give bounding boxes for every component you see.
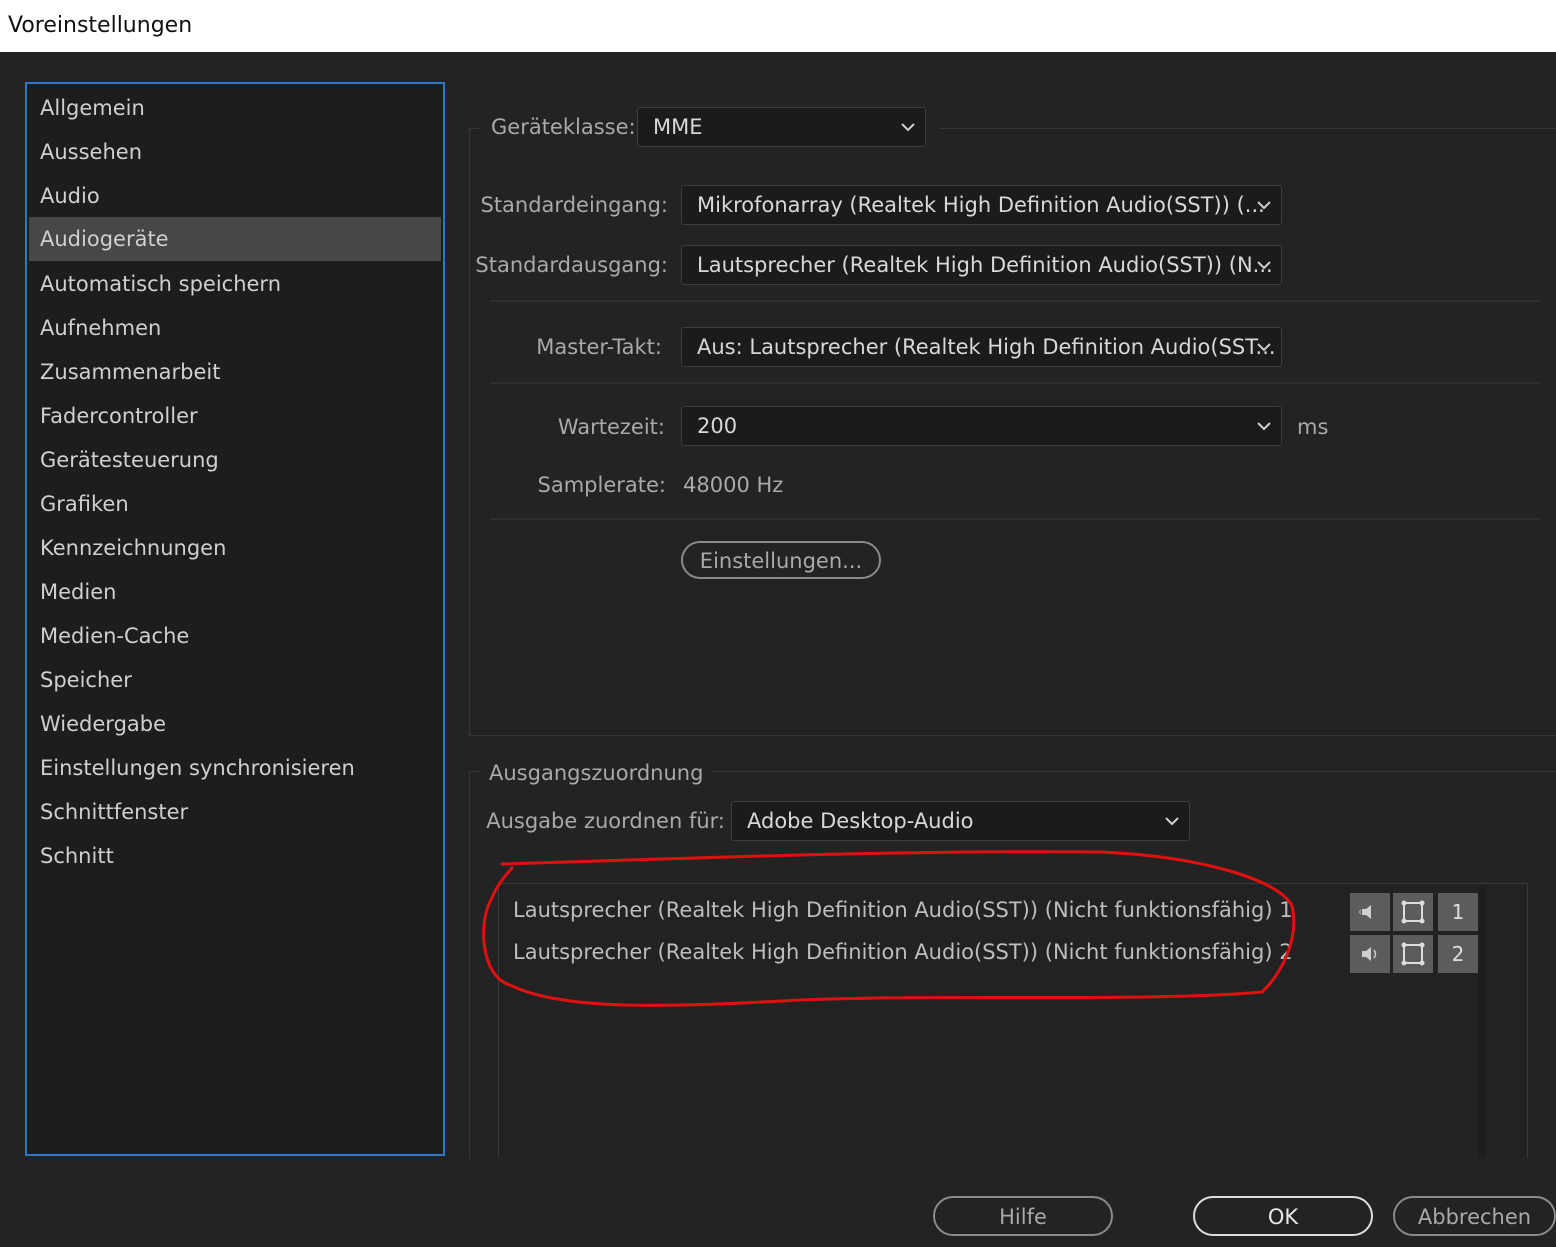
speaker-mute-toggle-2[interactable] [1350,935,1390,973]
sidebar-item-geraetesteuerung[interactable]: Gerätesteuerung [29,438,441,482]
map-output-for-value: Adobe Desktop-Audio [747,809,974,833]
default-input-value: Mikrofonarray (Realtek High Definition A… [697,193,1265,217]
map-output-for-dropdown[interactable]: Adobe Desktop-Audio [731,801,1190,841]
sidebar-item-wiedergabe[interactable]: Wiedergabe [29,702,441,746]
sidebar-item-einstellungen-synchronisieren[interactable]: Einstellungen synchronisieren [29,746,441,790]
speaker-icon [1362,947,1377,961]
sidebar-item-medien-cache[interactable]: Medien-Cache [29,614,441,658]
chevron-down-icon [1165,817,1179,826]
help-button[interactable]: Hilfe [933,1196,1113,1236]
device-class-label: Geräteklasse: [491,115,636,139]
sidebar-item-kennzeichnungen[interactable]: Kennzeichnungen [29,526,441,570]
device-class-value: MME [653,115,703,139]
master-clock-dropdown[interactable]: Aus: Lautsprecher (Realtek High Definiti… [681,327,1282,367]
latency-unit: ms [1297,415,1329,439]
sidebar-item-zusammenarbeit[interactable]: Zusammenarbeit [29,350,441,394]
sidebar-item-automatisch-speichern[interactable]: Automatisch speichern [29,262,441,306]
channel-number-1[interactable]: 1 [1438,893,1478,931]
output-mapping-title: Ausgangszuordnung [489,761,704,785]
default-output-dropdown[interactable]: Lautsprecher (Realtek High Definition Au… [681,245,1282,285]
divider [490,518,1540,520]
sidebar-item-audiogeraete[interactable]: Audiogeräte [29,217,441,261]
speaker-mute-toggle-1[interactable] [1350,893,1390,931]
channel-route-toggle-1[interactable] [1393,893,1433,931]
sidebar-item-aufnehmen[interactable]: Aufnehmen [29,306,441,350]
channel-route-toggle-2[interactable] [1393,935,1433,973]
chevron-down-icon [1257,261,1271,270]
samplerate-label: Samplerate: [537,473,666,497]
default-output-value: Lautsprecher (Realtek High Definition Au… [697,253,1273,277]
sidebar-item-schnitt[interactable]: Schnitt [29,834,441,878]
sidebar-item-grafiken[interactable]: Grafiken [29,482,441,526]
chevron-down-icon [1257,422,1271,431]
divider [490,382,1540,384]
sidebar-item-schnittfenster[interactable]: Schnittfenster [29,790,441,834]
sidebar-item-fadercontroller[interactable]: Fadercontroller [29,394,441,438]
window-title: Voreinstellungen [8,13,193,38]
chevron-down-icon [1257,201,1271,210]
master-clock-label: Master-Takt: [536,335,662,359]
channel-list-scrollbar[interactable] [1478,884,1486,1162]
sidebar-item-speicher[interactable]: Speicher [29,658,441,702]
chevron-down-icon [1257,343,1271,352]
window-title-bar: Voreinstellungen [0,0,1556,52]
sidebar-item-audio[interactable]: Audio [29,174,441,218]
device-class-dropdown[interactable]: MME [637,107,926,147]
sidebar-item-allgemein[interactable]: Allgemein [29,86,441,130]
category-sidebar: Allgemein Aussehen Audio Audiogeräte Aut… [25,82,445,1156]
crop-frame-icon [1401,900,1425,924]
speaker-icon [1358,905,1371,919]
device-settings-button[interactable]: Einstellungen... [681,541,881,579]
latency-value: 200 [697,414,738,438]
default-input-dropdown[interactable]: Mikrofonarray (Realtek High Definition A… [681,185,1282,225]
samplerate-value: 48000 Hz [683,473,784,497]
sidebar-item-aussehen[interactable]: Aussehen [29,130,441,174]
latency-dropdown[interactable]: 200 [681,406,1282,446]
map-output-for-label: Ausgabe zuordnen für: [486,809,725,833]
latency-label: Wartezeit: [557,415,665,439]
sidebar-item-medien[interactable]: Medien [29,570,441,614]
channel-number-2[interactable]: 2 [1438,935,1478,973]
master-clock-value: Aus: Lautsprecher (Realtek High Definiti… [697,335,1276,359]
output-channel-row-2[interactable]: Lautsprecher (Realtek High Definition Au… [513,940,1293,964]
chevron-down-icon [901,123,915,132]
output-channel-row-1[interactable]: Lautsprecher (Realtek High Definition Au… [513,898,1293,922]
cancel-button[interactable]: Abbrechen [1393,1196,1556,1236]
default-output-label: Standardausgang: [475,253,668,277]
divider [490,300,1540,302]
default-input-label: Standardeingang: [480,193,668,217]
crop-frame-icon [1401,942,1425,966]
ok-button[interactable]: OK [1193,1196,1373,1236]
